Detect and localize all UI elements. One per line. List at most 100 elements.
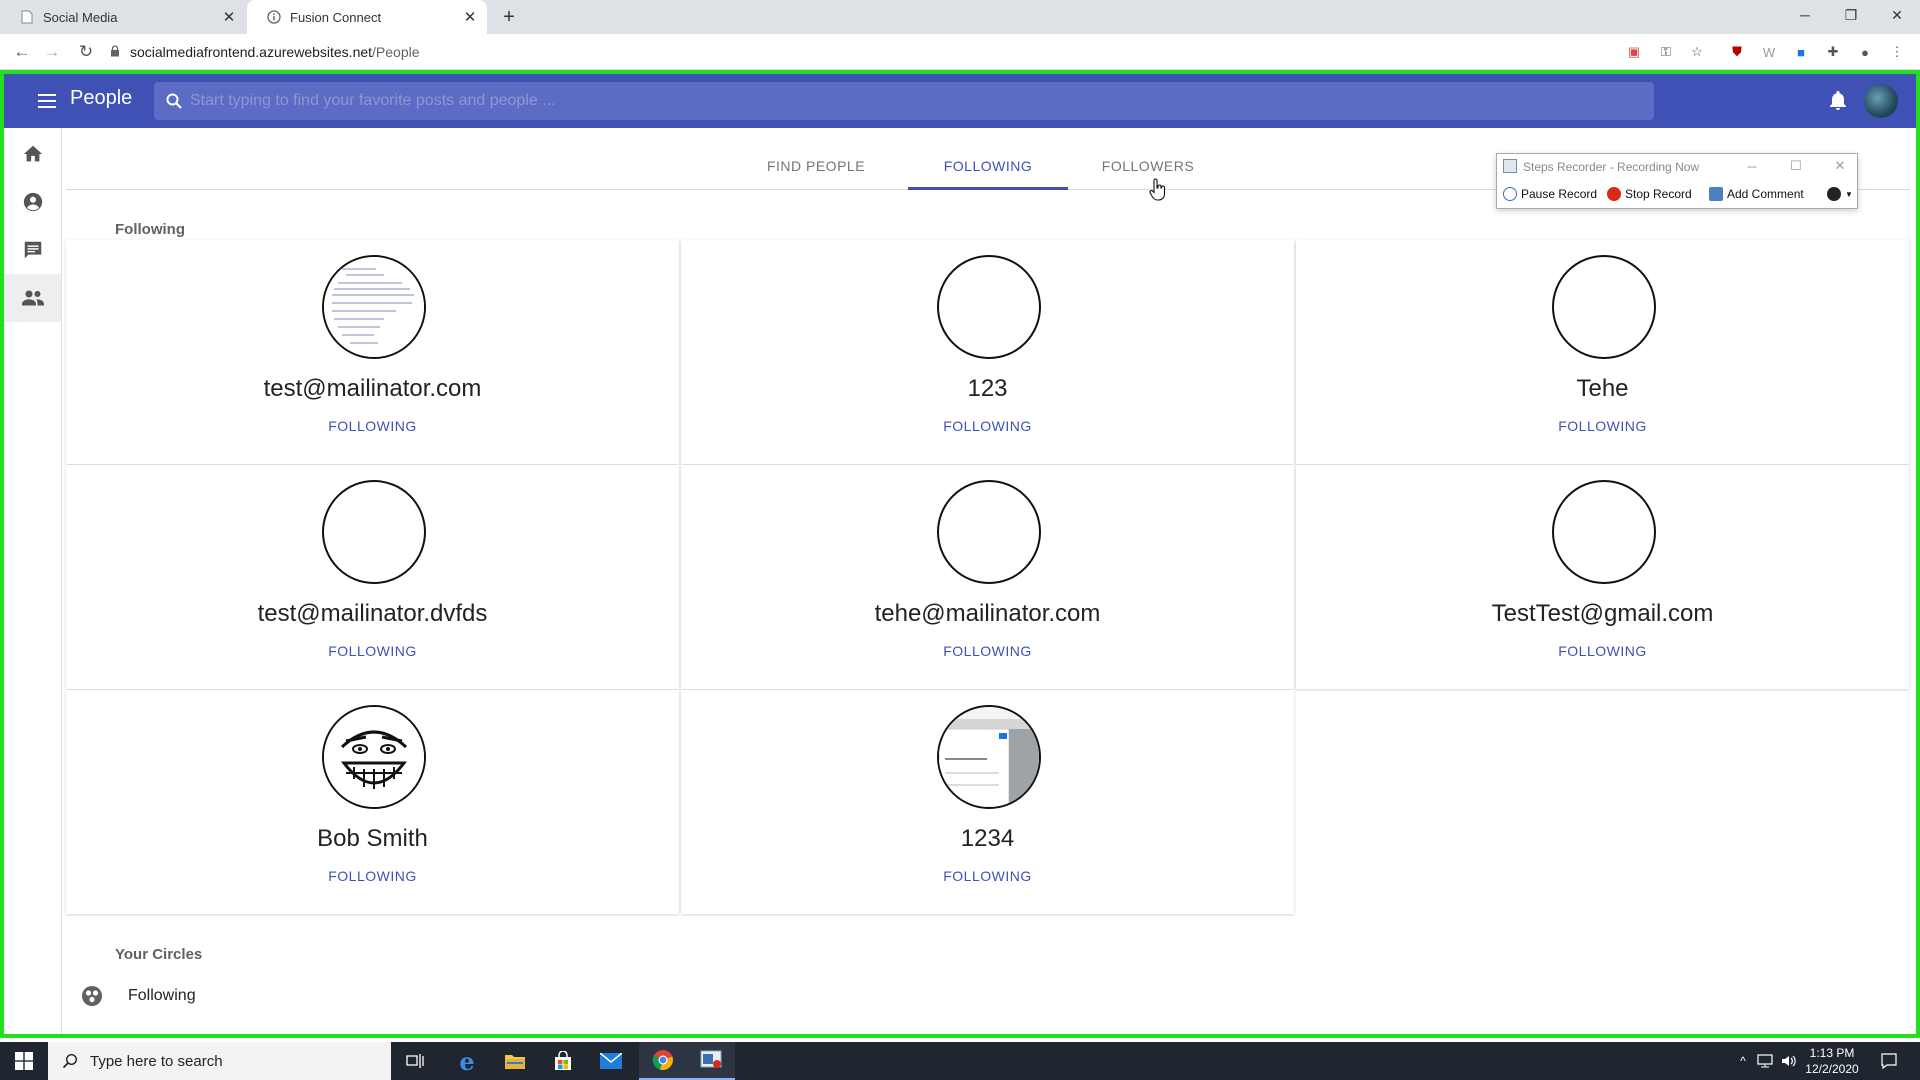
profile-icon[interactable]: ●: [1856, 43, 1874, 61]
close-tab-icon[interactable]: ✕: [461, 8, 479, 26]
person-name: test@mailinator.dvfds: [257, 600, 488, 627]
extension-s-icon[interactable]: ■: [1792, 43, 1810, 61]
person-card: Bob Smith FOLLOWING: [66, 690, 679, 914]
following-button[interactable]: FOLLOWING: [681, 868, 1294, 884]
following-button[interactable]: FOLLOWING: [66, 643, 679, 659]
tray-chevron-up-icon[interactable]: ^: [1734, 1052, 1752, 1070]
new-tab-icon[interactable]: +: [497, 6, 521, 28]
browser-tab-social-media[interactable]: Social Media ✕: [0, 0, 246, 34]
following-button[interactable]: FOLLOWING: [1296, 418, 1909, 434]
more-vert-icon[interactable]: ⋮: [1888, 43, 1906, 61]
hamburger-menu-icon[interactable]: [34, 88, 60, 114]
hand-cursor-icon: [1149, 178, 1166, 201]
taskbar-search[interactable]: Type here to search: [48, 1042, 391, 1080]
steps-recorder-window: Steps Recorder - Recording Now ─ ☐ ✕ Pau…: [1496, 153, 1858, 209]
back-icon[interactable]: ←: [10, 41, 34, 63]
person-card: Tehe FOLLOWING: [1296, 240, 1909, 464]
taskbar-search-text: Type here to search: [90, 1052, 223, 1070]
minimize-icon[interactable]: ─: [1782, 0, 1828, 30]
comment-icon: [1709, 187, 1723, 201]
extensions-puzzle-icon[interactable]: ✚: [1824, 43, 1842, 61]
notifications-bell-icon[interactable]: [1826, 89, 1850, 113]
network-icon[interactable]: [1756, 1052, 1774, 1070]
steps-maximize-icon[interactable]: ☐: [1785, 156, 1807, 176]
pause-icon: [1503, 187, 1517, 201]
search-input[interactable]: [184, 83, 1654, 119]
extension-w-icon[interactable]: W: [1760, 43, 1778, 61]
search-icon: [62, 1053, 78, 1069]
url-field[interactable]: socialmediafrontend.azurewebsites.net/Pe…: [110, 39, 1610, 65]
person-name: tehe@mailinator.com: [874, 600, 1101, 627]
edge-browser-icon[interactable]: e: [443, 1042, 491, 1080]
browser-tab-fusion-connect[interactable]: Fusion Connect ✕: [247, 0, 487, 34]
person-avatar: [322, 255, 426, 359]
circles-section-title: Your Circles: [115, 946, 203, 963]
circle-item-following[interactable]: Following: [66, 968, 1910, 1024]
clock-date: 12/2/2020: [1805, 1062, 1859, 1076]
person-card: 1234 FOLLOWING: [681, 690, 1294, 914]
circle-label: Following: [128, 987, 196, 1004]
person-card: test@mailinator.dvfds FOLLOWING: [66, 465, 679, 689]
add-comment-button[interactable]: Add Comment: [1709, 187, 1804, 201]
steps-minimize-icon[interactable]: ─: [1741, 156, 1763, 176]
person-name: test@mailinator.com: [263, 375, 482, 402]
home-icon: [23, 145, 42, 162]
person-name: 123: [967, 375, 1008, 402]
tab-find-people[interactable]: FIND PEOPLE: [736, 142, 896, 190]
steps-recorder-title: Steps Recorder - Recording Now: [1523, 160, 1700, 174]
person-avatar: [937, 255, 1041, 359]
close-window-icon[interactable]: ✕: [1874, 0, 1920, 30]
chevron-down-icon: ▼: [1845, 189, 1853, 199]
app-header: People: [4, 74, 1916, 128]
help-dropdown[interactable]: ▼: [1827, 187, 1853, 201]
key-icon[interactable]: ⚿: [1657, 43, 1675, 61]
following-button[interactable]: FOLLOWING: [681, 643, 1294, 659]
person-avatar: [322, 705, 426, 809]
following-button[interactable]: FOLLOWING: [66, 418, 679, 434]
action-center-icon[interactable]: [1880, 1052, 1898, 1070]
person-avatar: [937, 480, 1041, 584]
following-section-title: Following: [115, 221, 185, 238]
sidebar-item-profile[interactable]: [4, 178, 61, 226]
restore-icon[interactable]: ❐: [1828, 0, 1874, 30]
ublock-shield-icon[interactable]: ⛊: [1728, 43, 1746, 61]
person-name: TestTest@gmail.com: [1491, 600, 1714, 627]
following-button[interactable]: FOLLOWING: [66, 868, 679, 884]
clock-time: 1:13 PM: [1809, 1046, 1855, 1060]
person-card: test@mailinator.com FOLLOWING: [66, 240, 679, 464]
forward-icon[interactable]: →: [40, 41, 64, 63]
system-clock[interactable]: 1:13 PM 12/2/2020: [1796, 1045, 1868, 1077]
following-button[interactable]: FOLLOWING: [681, 418, 1294, 434]
following-button[interactable]: FOLLOWING: [1296, 643, 1909, 659]
person-avatar: [322, 480, 426, 584]
browser-tab-label: Social Media: [43, 9, 118, 25]
sidebar-item-people[interactable]: [4, 274, 61, 322]
windows-start-icon[interactable]: [0, 1042, 48, 1080]
search-bar: [154, 82, 1654, 120]
tab-following[interactable]: FOLLOWING: [908, 142, 1068, 190]
browser-tab-label: Fusion Connect: [290, 9, 382, 25]
store-icon[interactable]: [539, 1042, 587, 1080]
lock-icon: [110, 44, 120, 60]
chrome-icon[interactable]: [639, 1042, 687, 1080]
person-name: Tehe: [1576, 375, 1629, 402]
page-title: People: [70, 87, 133, 109]
user-avatar[interactable]: [1862, 82, 1900, 120]
reload-icon[interactable]: ↻: [74, 41, 98, 63]
stop-record-button[interactable]: Stop Record: [1607, 187, 1692, 201]
mail-icon[interactable]: [587, 1042, 635, 1080]
bookmark-star-icon[interactable]: ☆: [1688, 43, 1706, 61]
person-card: 123 FOLLOWING: [681, 240, 1294, 464]
account-circle-icon: [23, 192, 42, 212]
file-explorer-icon[interactable]: [491, 1042, 539, 1080]
task-view-icon[interactable]: [391, 1042, 439, 1080]
pause-record-button[interactable]: Pause Record: [1503, 187, 1597, 201]
steps-close-icon[interactable]: ✕: [1829, 156, 1851, 176]
steps-recorder-taskbar-icon[interactable]: [687, 1042, 735, 1080]
person-card: TestTest@gmail.com FOLLOWING: [1296, 465, 1909, 689]
sidebar-item-messages[interactable]: [4, 226, 61, 274]
translate-icon[interactable]: ▣: [1625, 43, 1643, 61]
sidebar-item-home[interactable]: [4, 130, 61, 178]
person-avatar: [937, 705, 1041, 809]
close-tab-icon[interactable]: ✕: [220, 8, 238, 26]
